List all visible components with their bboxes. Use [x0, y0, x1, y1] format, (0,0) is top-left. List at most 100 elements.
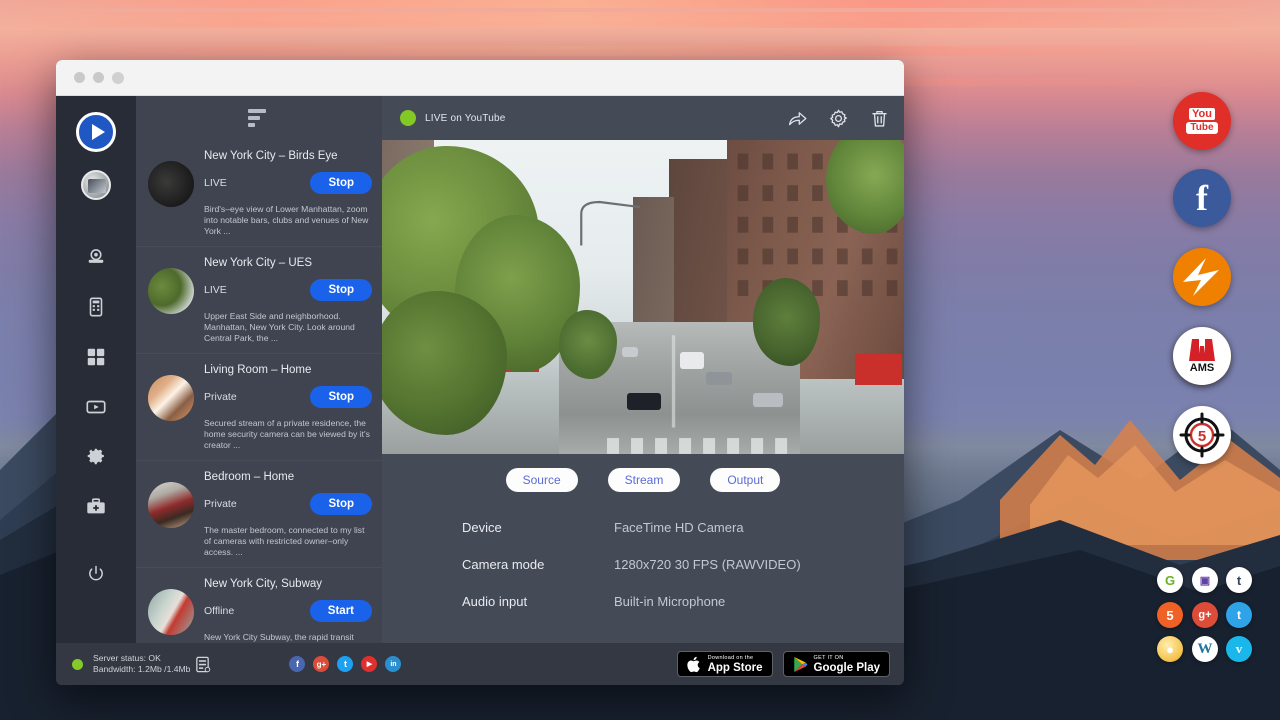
camera-list-toolbar — [136, 96, 382, 140]
svg-text:5: 5 — [1198, 428, 1206, 445]
spec-value[interactable]: FaceTime HD Camera — [614, 520, 744, 535]
camera-thumbnail — [148, 161, 194, 207]
dock-wowza-placeholder[interactable] — [1173, 248, 1231, 306]
list-item[interactable]: New York City – Birds Eye LIVE Stop Bird… — [136, 140, 382, 247]
server-status-line: Server status: OK — [93, 653, 190, 664]
target-icon: 5 — [1178, 411, 1226, 459]
trash-icon[interactable] — [869, 108, 890, 129]
camera-thumbnail — [148, 375, 194, 421]
spec-value[interactable]: 1280x720 30 FPS (RAWVIDEO) — [614, 557, 801, 572]
wowza-bolt-icon — [1173, 248, 1231, 306]
app-store-button[interactable]: Download on the App Store — [677, 651, 773, 677]
dock-wordpress[interactable]: W — [1192, 636, 1218, 662]
camera-description: Bird's–eye view of Lower Manhattan, zoom… — [204, 204, 372, 237]
rail-item-settings[interactable] — [83, 444, 109, 470]
window-titlebar — [56, 60, 904, 96]
window-maximize-button[interactable] — [112, 72, 124, 84]
camera-status: LIVE — [204, 284, 227, 296]
store-buttons: Download on the App Store GET IT ON Goog… — [677, 651, 890, 677]
google-play-sub: GET IT ON — [814, 655, 880, 662]
youtube-icon[interactable]: ▶ — [361, 656, 377, 672]
source-settings: Device FaceTime HD Camera Camera mode 12… — [382, 492, 904, 631]
dock-youtube[interactable]: You Tube — [1173, 92, 1231, 150]
camera-description: Secured stream of a private residence, t… — [204, 418, 372, 451]
facebook-icon[interactable]: f — [289, 656, 305, 672]
window-minimize-button[interactable] — [93, 72, 104, 83]
camera-action-button[interactable]: Stop — [310, 493, 372, 515]
play-triangle-icon — [793, 656, 808, 673]
dock-target5[interactable]: 5 — [1173, 406, 1231, 464]
report-icon[interactable] — [194, 655, 211, 674]
spec-row: Camera mode 1280x720 30 FPS (RAWVIDEO) — [462, 557, 904, 572]
server-status-dot — [72, 659, 83, 670]
user-avatar[interactable] — [81, 170, 111, 200]
camera-title: New York City – Birds Eye — [204, 149, 372, 163]
camera-thumbnail — [148, 268, 194, 314]
dock-vimeo[interactable]: v — [1226, 636, 1252, 662]
apple-icon — [687, 656, 702, 673]
tab-stream[interactable]: Stream — [608, 468, 681, 492]
dock-flare[interactable]: ● — [1157, 636, 1183, 662]
dock-twitter[interactable]: t — [1226, 602, 1252, 628]
toolbar-actions — [787, 108, 890, 129]
spec-label: Device — [462, 520, 614, 535]
dock-smashcast[interactable]: 5 — [1157, 602, 1183, 628]
dock-groupon[interactable]: G — [1157, 567, 1183, 593]
video-car — [627, 393, 661, 410]
video-car — [622, 347, 638, 357]
rail-item-devices[interactable] — [83, 294, 109, 320]
google-plus-icon[interactable]: g+ — [313, 656, 329, 672]
window-close-button[interactable] — [74, 72, 85, 83]
tab-source[interactable]: Source — [506, 468, 578, 492]
list-item[interactable]: Bedroom – Home Private Stop The master b… — [136, 461, 382, 568]
desktop: New York City – Birds Eye LIVE Stop Bird… — [0, 0, 1280, 720]
camera-action-button[interactable]: Start — [310, 600, 372, 622]
tab-output[interactable]: Output — [710, 468, 780, 492]
spec-label: Audio input — [462, 594, 614, 609]
dock-gplus[interactable]: g+ — [1192, 602, 1218, 628]
camera-description: Upper East Side and neighborhood. Manhat… — [204, 311, 372, 344]
app-window: New York City – Birds Eye LIVE Stop Bird… — [56, 60, 904, 685]
dock-adobe-ams[interactable]: AMS — [1173, 327, 1231, 385]
camera-action-button[interactable]: Stop — [310, 172, 372, 194]
video-car — [680, 352, 704, 369]
bandwidth-line: Bandwidth: 1.2Mb /1.4Mb — [93, 664, 190, 675]
rail-item-dashboard[interactable] — [83, 344, 109, 370]
spec-row: Device FaceTime HD Camera — [462, 520, 904, 535]
twitter-icon[interactable]: t — [337, 656, 353, 672]
dock-facebook[interactable]: f — [1173, 169, 1231, 227]
camera-status: Private — [204, 498, 237, 510]
main-panel: LIVE on YouTube — [382, 96, 904, 643]
list-item[interactable]: New York City, Subway Offline Start New … — [136, 568, 382, 643]
linkedin-icon[interactable]: in — [385, 656, 401, 672]
camera-description: The master bedroom, connected to my list… — [204, 525, 372, 558]
video-car — [706, 372, 732, 385]
camera-action-button[interactable]: Stop — [310, 386, 372, 408]
power-icon[interactable] — [83, 561, 109, 587]
google-play-button[interactable]: GET IT ON Google Play — [783, 651, 890, 677]
dock-tumblr[interactable]: t — [1226, 567, 1252, 593]
gear-icon[interactable] — [828, 108, 849, 129]
list-item[interactable]: Living Room – Home Private Stop Secured … — [136, 354, 382, 461]
rail-item-tools[interactable] — [83, 494, 109, 520]
server-status-text: Server status: OK Bandwidth: 1.2Mb /1.4M… — [93, 653, 190, 675]
settings-tabs: Source Stream Output — [382, 454, 904, 492]
video-preview[interactable] — [382, 140, 904, 454]
google-play-main: Google Play — [814, 662, 880, 674]
sidebar-rail — [56, 96, 136, 643]
dock-facebook-label: f — [1196, 179, 1208, 217]
dock-twitch[interactable]: ▣ — [1192, 567, 1218, 593]
camera-title: New York City, Subway — [204, 577, 372, 591]
camera-action-button[interactable]: Stop — [310, 279, 372, 301]
stream-toolbar: LIVE on YouTube — [382, 96, 904, 140]
share-icon[interactable] — [787, 108, 808, 129]
rail-item-recordings[interactable] — [83, 394, 109, 420]
spec-value[interactable]: Built-in Microphone — [614, 594, 725, 609]
sort-icon[interactable] — [248, 109, 270, 127]
live-status-dot — [400, 110, 416, 126]
list-item[interactable]: New York City – UES LIVE Stop Upper East… — [136, 247, 382, 354]
rail-item-cameras[interactable] — [83, 244, 109, 270]
app-logo[interactable] — [76, 112, 116, 152]
video-awning — [855, 354, 902, 385]
camera-status: Offline — [204, 605, 234, 617]
